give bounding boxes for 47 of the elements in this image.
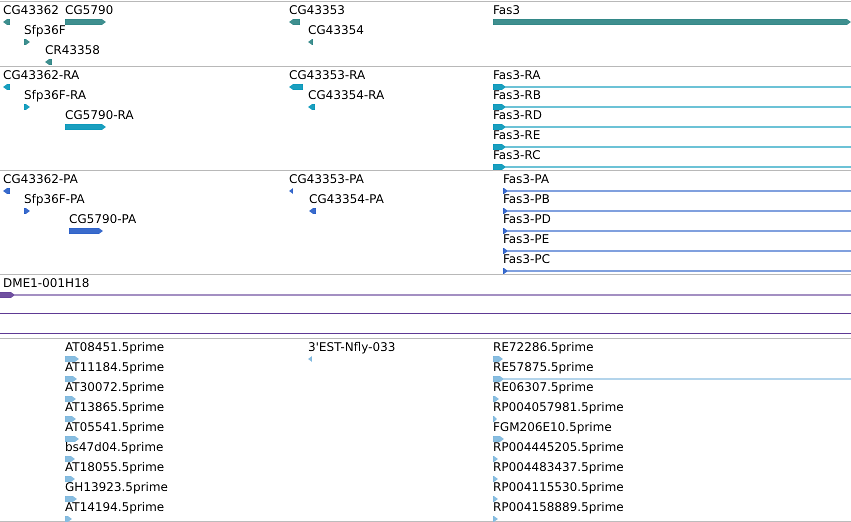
feature-label: GH13923.5prime [65,480,168,494]
feature-label: Fas3-PB [503,192,550,206]
feature-label: AT08451.5prime [65,340,164,354]
feature-label: Sfp36F-PA [24,192,85,206]
feature-label: FGM206E10.5prime [493,420,612,434]
feature-label: CG43354-RA [308,88,384,102]
feature-label: AT18055.5prime [65,460,164,474]
feature-label: AT30072.5prime [65,380,164,394]
feature-label: CG43362-PA [3,172,78,186]
feature-label: Sfp36F-RA [24,88,86,102]
feature-label: Fas3-PA [503,172,550,186]
feature-label: CG5790 [65,3,114,17]
feature-label: Fas3-PE [503,232,550,246]
feature-label: Fas3-PC [503,252,550,266]
feature-label: AT05541.5prime [65,420,164,434]
feature-label: RP004057981.5prime [493,400,624,414]
feature-label: AT14194.5prime [65,500,164,514]
feature-label: bs47d04.5prime [65,440,164,454]
feature-label: CG43354 [308,23,364,37]
feature-label: Sfp36F [24,23,66,37]
feature-label: Fas3-PD [503,212,551,226]
feature-label: AT11184.5prime [65,360,164,374]
feature-label: Fas3 [493,3,520,17]
feature-label: CG5790-PA [69,212,136,226]
feature-label: DME1-001H18 [3,276,90,290]
feature-label: RP004158889.5prime [493,500,624,514]
feature-label: CG43362-RA [3,68,80,82]
feature-label: CR43358 [45,43,100,57]
feature-label: Fas3-RB [493,88,541,102]
feature-label: CG43353-PA [289,172,364,186]
feature-label: RE57875.5prime [493,360,594,374]
feature-label: Fas3-RD [493,108,542,122]
feature-label: CG43353-RA [289,68,366,82]
feature-label: RP004115530.5prime [493,480,624,494]
feature-label: RE72286.5prime [493,340,594,354]
feature-label: 3'EST-Nfly-033 [308,340,396,354]
feature-label: Fas3-RC [493,148,540,162]
feature-label: CG5790-RA [65,108,134,122]
feature-label: RE06307.5prime [493,380,594,394]
feature-label: CG43353 [289,3,345,17]
feature-label: Fas3-RE [493,128,540,142]
feature-label: RP004445205.5prime [493,440,624,454]
feature-label: Fas3-RA [493,68,540,82]
feature-label: CG43362 [3,3,59,17]
feature-label: AT13865.5prime [65,400,164,414]
feature-label: CG43354-PA [309,192,384,206]
feature-label: RP004483437.5prime [493,460,624,474]
